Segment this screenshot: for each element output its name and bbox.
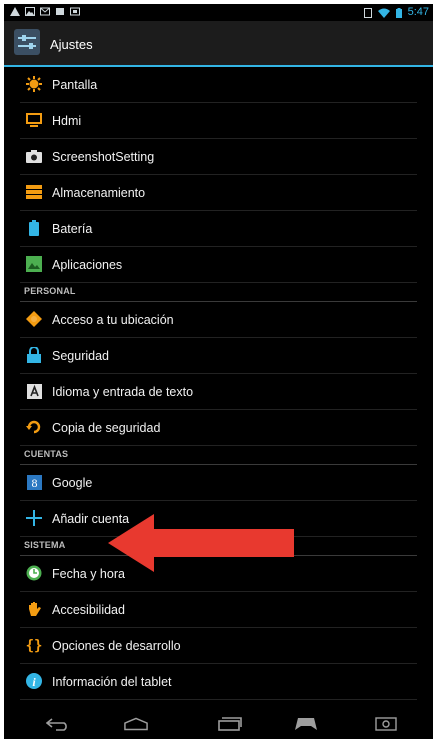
language-icon — [26, 383, 42, 399]
camera-icon — [26, 148, 42, 164]
action-bar: Ajustes — [4, 21, 433, 67]
settings-item-google[interactable]: 8 Google — [20, 465, 417, 501]
back-icon — [46, 718, 67, 731]
settings-item-label: Accesibilidad — [52, 603, 125, 617]
settings-item-label: Almacenamiento — [52, 186, 146, 200]
status-bar: 5:47 — [4, 4, 433, 21]
settings-item-label: Acceso a tu ubicación — [52, 313, 174, 327]
info-icon: i — [26, 673, 42, 689]
settings-item-label: Pantalla — [52, 78, 98, 92]
google-icon: 8 — [26, 474, 42, 490]
settings-item-almacenamiento[interactable]: Almacenamiento — [20, 175, 417, 211]
screenshot-icon — [375, 717, 397, 731]
section-header-cuentas: CUENTAS — [20, 446, 417, 465]
settings-item-label: Idioma y entrada de texto — [52, 385, 194, 399]
settings-item-pantalla[interactable]: Pantalla — [20, 67, 417, 103]
android-icon — [56, 8, 64, 15]
gamepad-icon — [295, 718, 317, 730]
settings-item-label: Información del tablet — [52, 675, 172, 689]
settings-app-icon[interactable] — [14, 29, 40, 55]
settings-item-bateria[interactable]: Batería — [20, 211, 417, 247]
recent-apps-button[interactable] — [218, 714, 242, 734]
settings-screen: 5:47 Ajustes Pantalla Hdmi ScreenshotSet… — [4, 4, 433, 739]
status-time: 5:47 — [407, 6, 429, 18]
settings-item-label: Batería — [52, 222, 93, 236]
plus-icon — [26, 510, 42, 526]
hand-icon — [26, 601, 42, 617]
settings-item-label: Opciones de desarrollo — [52, 639, 181, 653]
settings-item-label: ScreenshotSetting — [52, 150, 155, 164]
mail-icon — [40, 7, 50, 16]
settings-item-desarrollo[interactable]: {} Opciones de desarrollo — [20, 628, 417, 664]
svg-text:8: 8 — [31, 476, 37, 490]
battery-icon — [26, 220, 42, 236]
battery-status-icon — [395, 7, 402, 18]
home-button[interactable] — [124, 714, 148, 734]
home-icon — [124, 717, 148, 731]
red-arrow-annotation — [108, 514, 294, 572]
braces-icon: {} — [26, 637, 42, 653]
settings-item-label: Copia de seguridad — [52, 421, 161, 435]
clock-icon — [26, 565, 42, 581]
section-header-label: CUENTAS — [24, 449, 69, 459]
sim-icon — [363, 7, 372, 18]
backup-icon — [26, 419, 42, 435]
settings-item-aplicaciones[interactable]: Aplicaciones — [20, 247, 417, 283]
settings-item-label: Google — [52, 476, 93, 490]
back-button[interactable] — [46, 714, 70, 734]
settings-item-accesibilidad[interactable]: Accesibilidad — [20, 592, 417, 628]
monitor-icon — [26, 112, 42, 128]
game-button[interactable] — [294, 714, 318, 734]
settings-list: Pantalla Hdmi ScreenshotSetting Almacena… — [4, 67, 433, 700]
settings-item-label: Aplicaciones — [52, 258, 123, 272]
section-header-label: PERSONAL — [24, 286, 76, 296]
settings-item-label: Seguridad — [52, 349, 109, 363]
location-icon — [26, 311, 42, 327]
recent-apps-icon — [218, 717, 242, 731]
settings-item-hdmi[interactable]: Hdmi — [20, 103, 417, 139]
settings-item-screenshot[interactable]: ScreenshotSetting — [20, 139, 417, 175]
lock-icon — [26, 347, 42, 363]
section-header-label: SISTEMA — [24, 540, 66, 550]
apps-icon — [26, 256, 42, 272]
navigation-bar — [4, 709, 433, 739]
warning-icon — [10, 7, 20, 16]
storage-icon — [26, 184, 42, 200]
page-title: Ajustes — [50, 37, 93, 52]
image-icon — [25, 7, 35, 16]
settings-item-copia[interactable]: Copia de seguridad — [20, 410, 417, 446]
settings-item-ubicacion[interactable]: Acceso a tu ubicación — [20, 302, 417, 338]
screenshot-button[interactable] — [374, 714, 398, 734]
wifi-icon — [377, 8, 390, 18]
svg-text:{}: {} — [26, 638, 42, 653]
settings-item-label: Hdmi — [52, 114, 82, 128]
settings-item-idioma[interactable]: Idioma y entrada de texto — [20, 374, 417, 410]
media-icon — [70, 7, 80, 16]
settings-item-seguridad[interactable]: Seguridad — [20, 338, 417, 374]
brightness-icon — [26, 76, 42, 92]
section-header-personal: PERSONAL — [20, 283, 417, 302]
settings-item-informacion[interactable]: i Información del tablet — [20, 664, 417, 700]
